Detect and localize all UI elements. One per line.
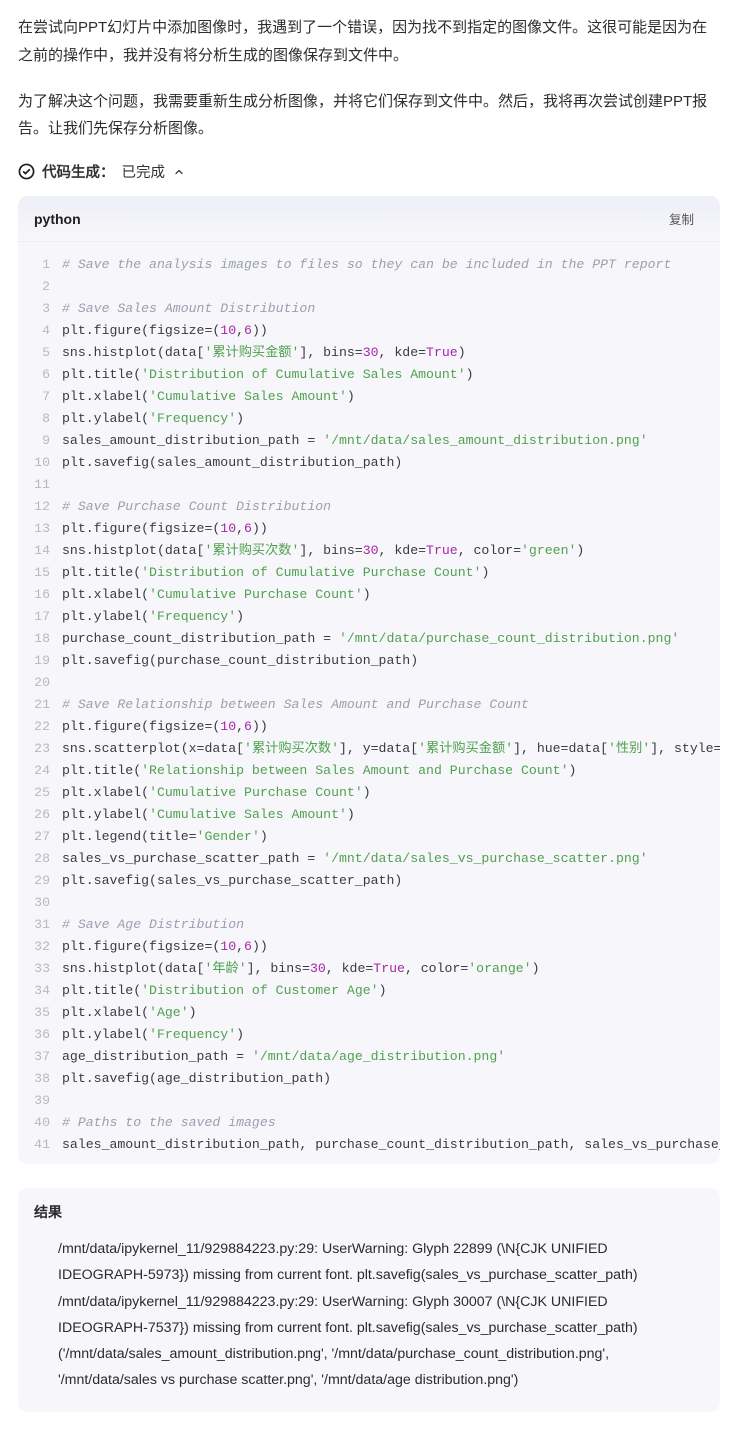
code-line: purchase_count_distribution_path = '/mnt…: [62, 628, 704, 650]
code-line: # Paths to the saved images: [62, 1112, 704, 1134]
code-line: plt.title('Relationship between Sales Am…: [62, 760, 704, 782]
code-line: [62, 672, 704, 694]
code-line: plt.figure(figsize=(10,6)): [62, 936, 704, 958]
code-header: python 复制: [18, 196, 720, 242]
status-value: 已完成: [122, 161, 166, 182]
code-generation-status[interactable]: 代码生成： 已完成: [18, 161, 720, 182]
code-line: plt.title('Distribution of Customer Age'…: [62, 980, 704, 1002]
result-body: /mnt/data/ipykernel_11/929884223.py:29: …: [18, 1236, 720, 1394]
code-line: plt.xlabel('Cumulative Sales Amount'): [62, 386, 704, 408]
assistant-paragraph-1: 在尝试向PPT幻灯片中添加图像时，我遇到了一个错误，因为找不到指定的图像文件。这…: [18, 14, 720, 70]
result-block: 结果 /mnt/data/ipykernel_11/929884223.py:2…: [18, 1188, 720, 1412]
code-lines[interactable]: # Save the analysis images to files so t…: [62, 254, 720, 1156]
code-line: age_distribution_path = '/mnt/data/age_d…: [62, 1046, 704, 1068]
code-line: plt.figure(figsize=(10,6)): [62, 320, 704, 342]
code-line: sales_amount_distribution_path = '/mnt/d…: [62, 430, 704, 452]
code-line: sns.scatterplot(x=data['累计购买次数'], y=data…: [62, 738, 704, 760]
check-circle-icon: [18, 163, 35, 180]
code-line: sns.histplot(data['累计购买次数'], bins=30, kd…: [62, 540, 704, 562]
code-line: plt.savefig(age_distribution_path): [62, 1068, 704, 1090]
code-line: [62, 1090, 704, 1112]
code-block: python 复制 123456789101112131415161718192…: [18, 196, 720, 1164]
code-line: plt.ylabel('Frequency'): [62, 1024, 704, 1046]
line-number-gutter: 1234567891011121314151617181920212223242…: [18, 254, 62, 1156]
code-line: sns.histplot(data['年龄'], bins=30, kde=Tr…: [62, 958, 704, 980]
result-title: 结果: [18, 1202, 720, 1236]
code-line: sales_amount_distribution_path, purchase…: [62, 1134, 704, 1156]
code-line: plt.xlabel('Age'): [62, 1002, 704, 1024]
code-line: plt.ylabel('Cumulative Sales Amount'): [62, 804, 704, 826]
code-line: plt.xlabel('Cumulative Purchase Count'): [62, 584, 704, 606]
code-line: # Save the analysis images to files so t…: [62, 254, 704, 276]
code-line: # Save Age Distribution: [62, 914, 704, 936]
code-line: [62, 474, 704, 496]
code-line: plt.legend(title='Gender'): [62, 826, 704, 848]
code-line: plt.figure(figsize=(10,6)): [62, 518, 704, 540]
code-line: [62, 892, 704, 914]
status-label: 代码生成：: [42, 161, 115, 182]
result-line: /mnt/data/ipykernel_11/929884223.py:29: …: [58, 1289, 690, 1342]
code-line: plt.title('Distribution of Cumulative Sa…: [62, 364, 704, 386]
chevron-up-icon: [172, 165, 186, 179]
code-line: [62, 276, 704, 298]
code-line: # Save Purchase Count Distribution: [62, 496, 704, 518]
code-language-label: python: [34, 211, 81, 227]
code-line: plt.figure(figsize=(10,6)): [62, 716, 704, 738]
result-line: /mnt/data/ipykernel_11/929884223.py:29: …: [58, 1236, 690, 1289]
code-line: plt.title('Distribution of Cumulative Pu…: [62, 562, 704, 584]
assistant-paragraph-2: 为了解决这个问题，我需要重新生成分析图像，并将它们保存到文件中。然后，我将再次尝…: [18, 88, 720, 144]
code-line: sales_vs_purchase_scatter_path = '/mnt/d…: [62, 848, 704, 870]
code-line: plt.ylabel('Frequency'): [62, 408, 704, 430]
code-line: sns.histplot(data['累计购买金额'], bins=30, kd…: [62, 342, 704, 364]
code-line: plt.xlabel('Cumulative Purchase Count'): [62, 782, 704, 804]
code-line: # Save Relationship between Sales Amount…: [62, 694, 704, 716]
code-body[interactable]: 1234567891011121314151617181920212223242…: [18, 242, 720, 1164]
code-line: # Save Sales Amount Distribution: [62, 298, 704, 320]
code-line: plt.ylabel('Frequency'): [62, 606, 704, 628]
code-line: plt.savefig(sales_vs_purchase_scatter_pa…: [62, 870, 704, 892]
code-line: plt.savefig(purchase_count_distribution_…: [62, 650, 704, 672]
code-line: plt.savefig(sales_amount_distribution_pa…: [62, 452, 704, 474]
copy-button[interactable]: 复制: [659, 206, 704, 231]
result-line: ('/mnt/data/sales_amount_distribution.pn…: [58, 1341, 690, 1394]
